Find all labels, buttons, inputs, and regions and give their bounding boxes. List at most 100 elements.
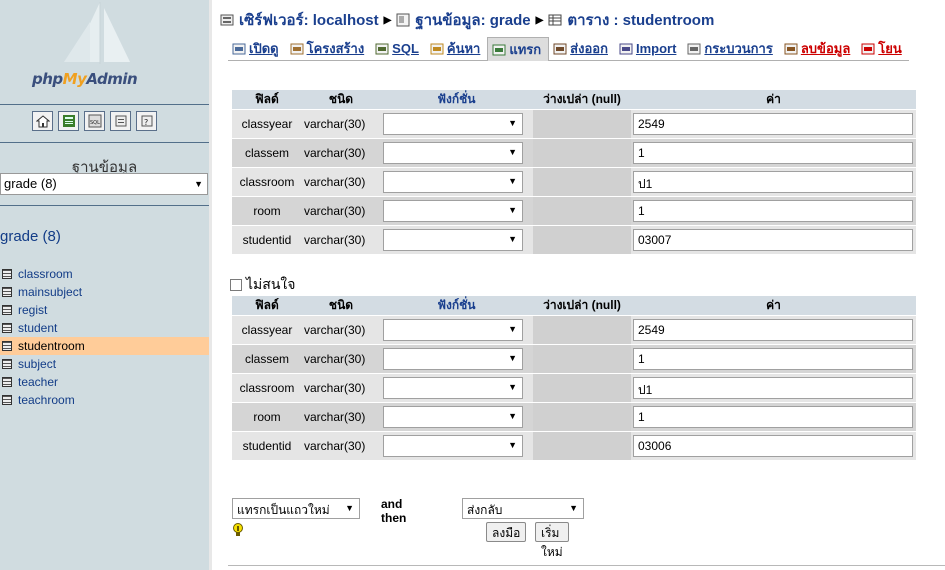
null-cell (533, 345, 631, 373)
sidebar-table-label[interactable]: classroom (18, 267, 73, 281)
sidebar-table-item[interactable]: teachroom (0, 391, 209, 409)
sidebar-table-label[interactable]: studentroom (18, 339, 85, 353)
function-select[interactable]: ▼ (383, 348, 523, 370)
field-row: classem varchar(30) ▼ 1 (232, 139, 916, 167)
phpmyadmin-logo[interactable]: phpMyAdmin (0, 0, 209, 100)
sidebar-table-label[interactable]: mainsubject (18, 285, 82, 299)
tab-browse[interactable]: เปิดดู (228, 37, 286, 61)
table-icon[interactable] (2, 305, 12, 315)
function-select[interactable]: ▼ (383, 142, 523, 164)
tab-sql[interactable]: SQL (371, 37, 426, 61)
field-row: classyear varchar(30) ▼ 2549 (232, 110, 916, 138)
breadcrumb-database[interactable]: ฐานข้อมูล: grade (415, 8, 530, 32)
tab-label: กระบวนการ (704, 41, 773, 56)
chevron-down-icon: ▼ (345, 503, 354, 513)
tab-label: ค้นหา (446, 41, 481, 56)
value-input[interactable]: 1 (633, 200, 913, 222)
sidebar-table-label[interactable]: subject (18, 357, 56, 371)
search-icon (430, 43, 444, 54)
tab-import[interactable]: Import (614, 37, 684, 61)
sidebar-table-item[interactable]: regist (0, 301, 209, 319)
null-cell (533, 168, 631, 196)
ignore-checkbox[interactable] (230, 279, 242, 291)
value-cell: 1 (631, 345, 916, 373)
divider (0, 142, 209, 143)
docs-icon[interactable] (110, 111, 131, 131)
col-header-function[interactable]: ฟังก์ชั่น (380, 90, 533, 109)
tab-search[interactable]: ค้นหา (425, 37, 488, 61)
sidebar-table-label[interactable]: student (18, 321, 57, 335)
sidebar-table-label[interactable]: teachroom (18, 393, 75, 407)
function-select[interactable]: ▼ (383, 377, 523, 399)
field-type: varchar(30) (302, 226, 380, 254)
field-type: varchar(30) (302, 110, 380, 138)
sidebar-table-item[interactable]: teacher (0, 373, 209, 391)
insert-mode-select[interactable]: แทรกเป็นแถวใหม่ ▼ (232, 498, 360, 519)
drop-icon (861, 43, 875, 54)
table-icon[interactable] (2, 323, 12, 333)
col-header-function[interactable]: ฟังก์ชั่น (380, 296, 533, 315)
help-icon[interactable]: ? (136, 111, 157, 131)
col-header-field: ฟิลด์ (232, 90, 302, 109)
function-cell: ▼ (380, 139, 533, 167)
left-frame: phpMyAdmin SQL ? ฐานข้อมูล grade (8) ▼ gr… (0, 0, 209, 570)
table-icon[interactable] (2, 377, 12, 387)
value-input[interactable]: 1 (633, 348, 913, 370)
sidebar-table-item[interactable]: studentroom (0, 337, 209, 355)
reset-button[interactable]: เริ่มใหม่ (535, 522, 569, 559)
breadcrumb-server[interactable]: เซิร์ฟเวอร์: localhost (239, 8, 379, 32)
value-input[interactable]: 1 (633, 142, 913, 164)
function-select[interactable]: ▼ (383, 200, 523, 222)
tab-export[interactable]: ส่งออก (549, 37, 615, 61)
function-select[interactable]: ▼ (383, 229, 523, 251)
value-input[interactable]: 2549 (633, 319, 913, 341)
sql-icon[interactable]: SQL (84, 111, 105, 131)
field-row: room varchar(30) ▼ 1 (232, 197, 916, 225)
chevron-down-icon: ▼ (508, 176, 517, 186)
tab-drop[interactable]: โยน (857, 37, 909, 61)
export-icon (553, 43, 567, 54)
table-icon[interactable] (2, 269, 12, 279)
tab-operations[interactable]: กระบวนการ (683, 37, 780, 61)
sidebar-table-item[interactable]: mainsubject (0, 283, 209, 301)
tab-empty[interactable]: ลบข้อมูล (779, 37, 858, 61)
tab-insert[interactable]: แทรก (487, 37, 550, 61)
table-icon[interactable] (2, 395, 12, 405)
value-input[interactable]: ป1 (633, 171, 913, 193)
function-select[interactable]: ▼ (383, 113, 523, 135)
tab-label: SQL (392, 41, 419, 56)
field-name: classyear (232, 110, 302, 138)
sidebar-table-item[interactable]: classroom (0, 265, 209, 283)
home-icon[interactable] (32, 111, 53, 131)
query-window-icon[interactable] (58, 111, 79, 131)
value-cell: 1 (631, 139, 916, 167)
lightbulb-icon (233, 523, 243, 536)
value-input[interactable]: 2549 (633, 113, 913, 135)
value-input[interactable]: 03007 (633, 229, 913, 251)
table-icon[interactable] (2, 341, 12, 351)
tab-label: Import (635, 41, 677, 56)
after-insert-select[interactable]: ส่งกลับ ▼ (462, 498, 584, 519)
function-select[interactable]: ▼ (383, 319, 523, 341)
divider (228, 565, 945, 566)
table-icon[interactable] (2, 359, 12, 369)
table-icon[interactable] (2, 287, 12, 297)
database-heading-link[interactable]: grade (8) (0, 228, 61, 245)
sidebar-table-item[interactable]: student (0, 319, 209, 337)
breadcrumb-table[interactable]: ตาราง : studentroom (567, 8, 714, 32)
tab-structure[interactable]: โครงสร้าง (285, 37, 372, 61)
function-select[interactable]: ▼ (383, 171, 523, 193)
function-select[interactable]: ▼ (383, 435, 523, 457)
value-input[interactable]: ป1 (633, 377, 913, 399)
sidebar-table-label[interactable]: teacher (18, 375, 58, 389)
function-select[interactable]: ▼ (383, 406, 523, 428)
sidebar-table-label[interactable]: regist (18, 303, 47, 317)
field-row: classyear varchar(30) ▼ 2549 (232, 316, 916, 344)
database-select[interactable]: grade (8) ▼ (0, 173, 208, 195)
function-cell: ▼ (380, 432, 533, 460)
go-button[interactable]: ลงมือ (486, 522, 527, 542)
sidebar-table-item[interactable]: subject (0, 355, 209, 373)
value-input[interactable]: 1 (633, 406, 913, 428)
value-input[interactable]: 03006 (633, 435, 913, 457)
field-name: room (232, 403, 302, 431)
